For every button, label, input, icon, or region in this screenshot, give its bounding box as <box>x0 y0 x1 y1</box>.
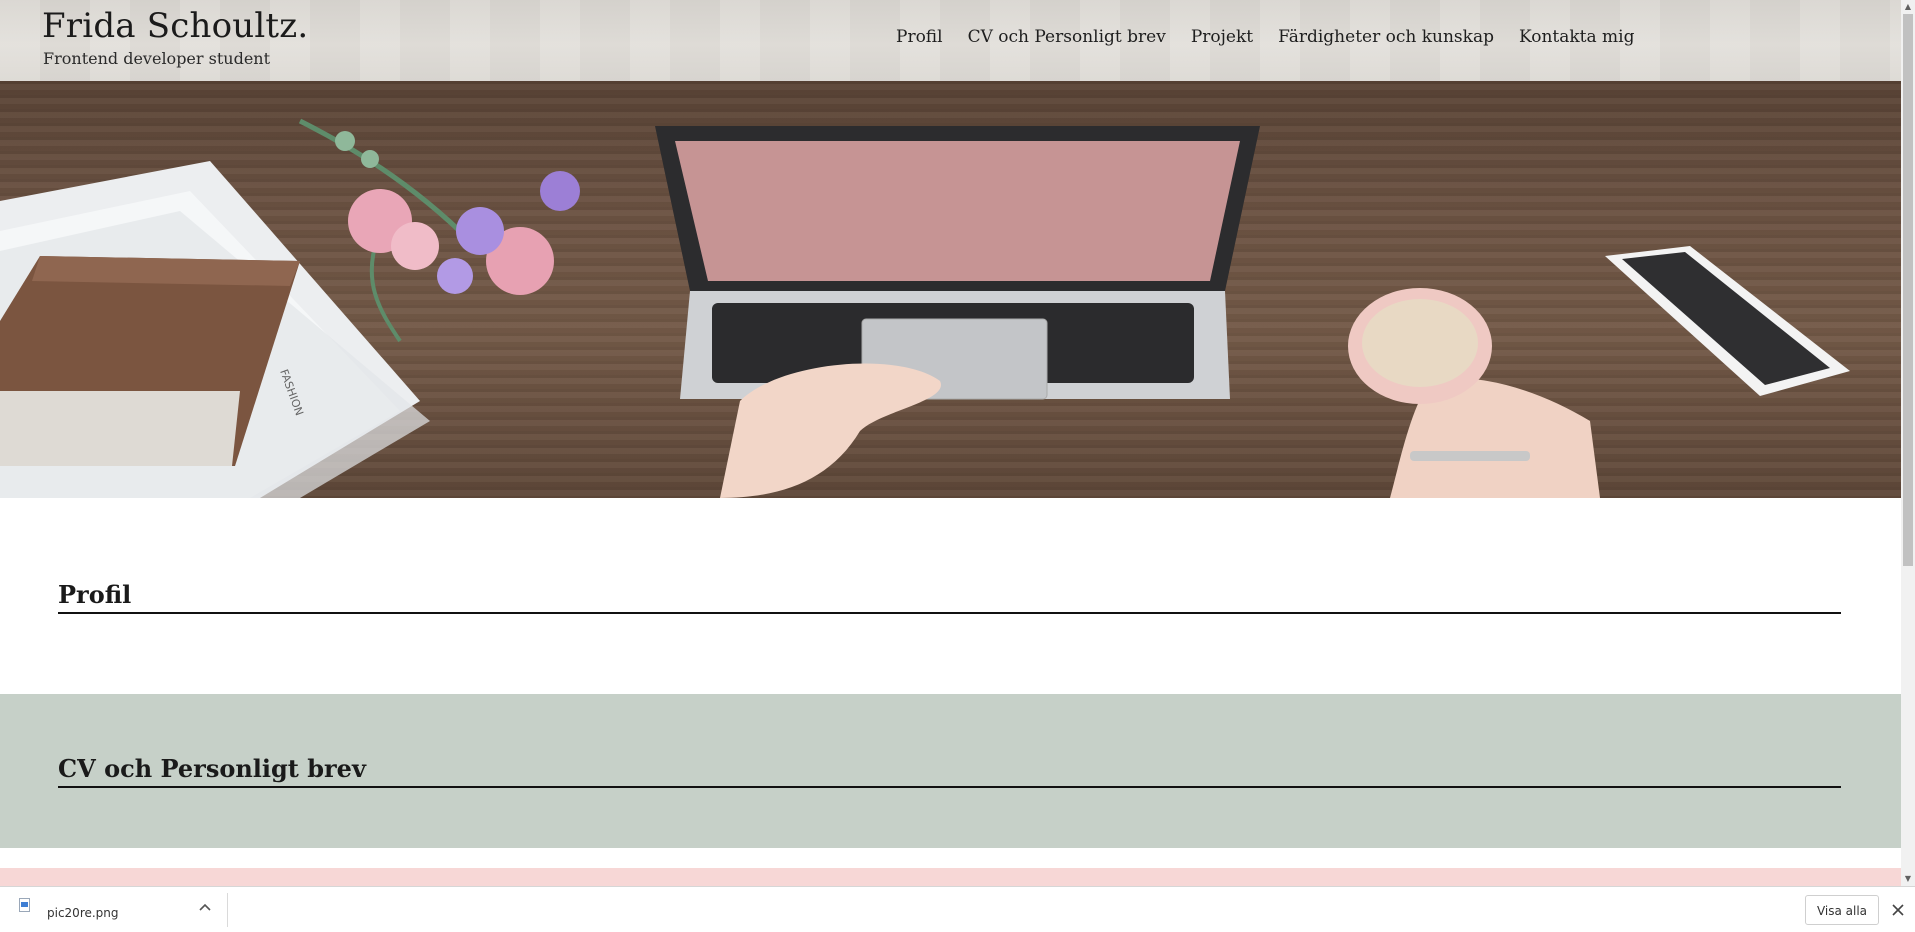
scroll-thumb[interactable] <box>1903 14 1913 566</box>
site-header: Frida Schoultz. Frontend developer stude… <box>0 0 1901 81</box>
hero-illustration: FASHION <box>0 118 1850 498</box>
show-all-downloads-button[interactable]: Visa alla <box>1805 895 1879 925</box>
nav-link-contact[interactable]: Kontakta mig <box>1519 27 1635 47</box>
cv-section-title: CV och Personligt brev <box>58 754 1841 788</box>
nav-link-profil[interactable]: Profil <box>896 27 943 47</box>
coffee-cup <box>1348 288 1492 404</box>
nav-link-projekt[interactable]: Projekt <box>1191 27 1253 47</box>
page-scrollbar[interactable]: ▲ ▼ <box>1901 0 1915 886</box>
projects-section <box>0 868 1901 886</box>
nav-link-cv[interactable]: CV och Personligt brev <box>968 27 1166 47</box>
chevron-up-icon[interactable] <box>196 899 214 917</box>
download-bar: pic20re.png Visa alla <box>0 886 1915 932</box>
nav-link-skills[interactable]: Färdigheter och kunskap <box>1278 27 1494 47</box>
scroll-up-arrow-icon[interactable]: ▲ <box>1901 0 1915 14</box>
hero-image: FASHION <box>0 81 1901 498</box>
site-subtitle: Frontend developer student <box>43 49 271 68</box>
download-file-name[interactable]: pic20re.png <box>47 906 119 920</box>
profile-section-title: Profil <box>58 580 1841 614</box>
main-nav: Profil CV och Personligt brev Projekt Fä… <box>896 27 1634 47</box>
flowers <box>298 118 580 343</box>
image-file-icon <box>19 898 30 912</box>
smartphone <box>1605 246 1850 396</box>
download-divider <box>227 893 228 927</box>
site-title: Frida Schoultz. <box>42 6 309 46</box>
close-icon[interactable] <box>1889 901 1907 919</box>
scroll-down-arrow-icon[interactable]: ▼ <box>1901 872 1915 886</box>
laptop <box>655 126 1260 400</box>
